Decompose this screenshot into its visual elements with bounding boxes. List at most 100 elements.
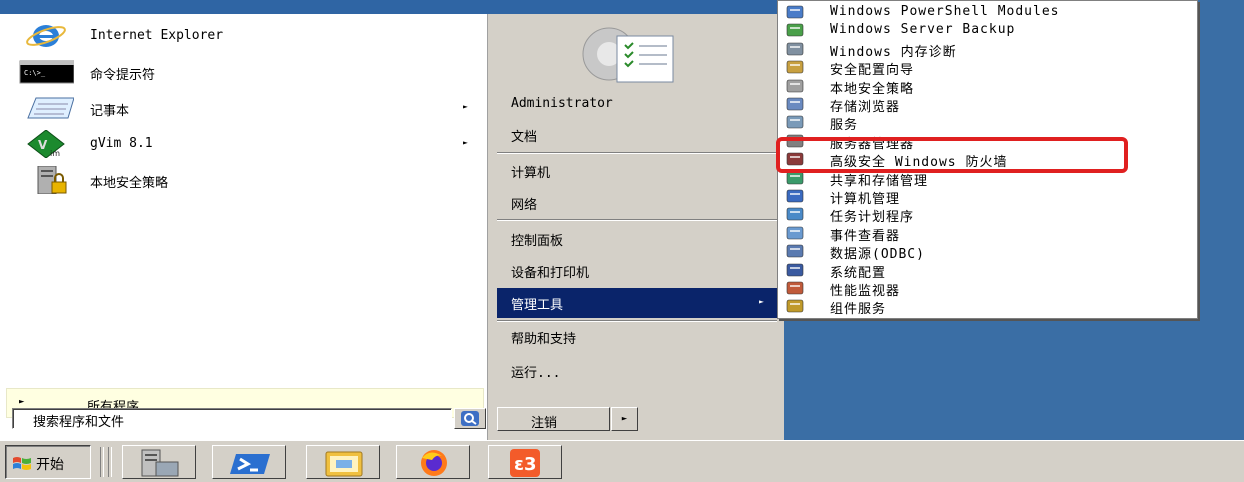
powershell-modules-icon (786, 4, 804, 20)
start-menu: Internet Explorer C:\>_ 命令提示符 记事本 ► V im… (0, 0, 784, 440)
right-item-admin-tools[interactable]: 管理工具 ► (497, 288, 777, 318)
server-backup-icon (786, 22, 804, 38)
triangle-right-icon: ► (19, 397, 25, 407)
windows-flag-icon (12, 455, 32, 471)
pinned-item-internet-explorer[interactable]: Internet Explorer (0, 18, 488, 54)
search-button[interactable] (454, 408, 486, 429)
pinned-item-label: Internet Explorer (90, 28, 224, 43)
taskbar-file-explorer-button[interactable] (306, 445, 380, 479)
submenu-item-label: 系统配置 (830, 265, 887, 281)
submenu-item[interactable]: 本地安全策略 (782, 77, 1192, 97)
submenu-arrow-icon: ► (463, 138, 468, 147)
submenu-item[interactable]: 组件服务 (782, 297, 1192, 318)
submenu-item-label: 性能监视器 (830, 284, 901, 299)
pinned-item-label: gVim 8.1 (90, 136, 153, 151)
performance-monitor-icon (786, 280, 804, 296)
right-item-help-support[interactable]: 帮助和支持 (497, 322, 777, 350)
submenu-item-label: Windows PowerShell Modules (830, 4, 1060, 19)
svg-text:im: im (50, 149, 60, 158)
submenu-item[interactable]: 任务计划程序 (782, 205, 1192, 226)
submenu-item-label: 组件服务 (830, 302, 887, 318)
notepad-icon (18, 94, 75, 122)
right-item-devices-printers[interactable]: 设备和打印机 (497, 256, 777, 284)
start-menu-right-pane: Administrator 文档 计算机 网络 控制面板 设备和打印机 管理工具… (489, 14, 784, 440)
submenu-item-label: Windows 内存诊断 (830, 44, 957, 60)
right-item-label: 设备和打印机 (511, 266, 590, 281)
taskbar-server-manager-button[interactable] (122, 445, 196, 479)
right-item-label: 网络 (511, 198, 538, 213)
red-highlight-annotation (776, 137, 1128, 173)
right-item-label: 文档 (511, 130, 538, 145)
submenu-item[interactable]: Windows PowerShell Modules (782, 3, 1192, 21)
shutdown-options-arrow-icon[interactable]: ► (611, 407, 638, 431)
system-config-icon (786, 262, 804, 278)
odbc-icon (786, 243, 804, 259)
pinned-item-gvim[interactable]: V im gVim 8.1 ► (0, 126, 488, 162)
pinned-item-local-security-policy[interactable]: 本地安全策略 (0, 162, 488, 198)
start-menu-top-strip (0, 0, 784, 14)
right-item-computer[interactable]: 计算机 (497, 156, 777, 184)
right-item-documents[interactable]: 文档 (497, 120, 777, 148)
local-security-policy-icon (18, 165, 74, 195)
submenu-item[interactable]: 系统配置 (782, 261, 1192, 281)
submenu-item-label: 存储浏览器 (830, 100, 901, 115)
submenu-item-label: 计算机管理 (830, 192, 901, 207)
submenu-arrow-icon: ► (463, 102, 468, 111)
user-picture[interactable] (569, 22, 685, 90)
right-item-label: 运行... (511, 366, 561, 381)
submenu-item-label: 本地安全策略 (830, 81, 915, 97)
logoff-button[interactable]: 注销 (497, 407, 610, 431)
pinned-item-label: 本地安全策略 (90, 176, 169, 191)
right-item-label: 管理工具 (511, 298, 564, 313)
search-placeholder: 搜索程序和文件 (33, 415, 125, 430)
right-item-label: 计算机 (511, 166, 551, 181)
separator (497, 219, 777, 221)
submenu-item[interactable]: 计算机管理 (782, 187, 1192, 207)
gvim-icon: V im (18, 129, 74, 159)
submenu-item-label: 事件查看器 (830, 228, 901, 244)
right-item-label: 帮助和支持 (511, 332, 577, 347)
search-row: 搜索程序和文件 (6, 408, 486, 430)
taskbar-xampp-button[interactable]: ε3 (488, 445, 562, 479)
pinned-item-notepad[interactable]: 记事本 ► (0, 90, 488, 126)
start-button[interactable]: 开始 (5, 445, 91, 479)
right-item-label: 控制面板 (511, 234, 564, 249)
search-input[interactable]: 搜索程序和文件 (12, 408, 452, 430)
taskbar-grip (100, 447, 104, 477)
svg-text:C:\>_: C:\>_ (24, 69, 46, 77)
submenu-item[interactable]: 服务 (782, 113, 1192, 134)
logoff-label: 注销 (531, 416, 558, 431)
pinned-item-label: 记事本 (90, 104, 130, 119)
right-item-network[interactable]: 网络 (497, 188, 777, 216)
component-services-icon (786, 298, 804, 314)
right-item-administrator[interactable]: Administrator (497, 90, 777, 118)
submenu-item[interactable]: Windows Server Backup (782, 21, 1192, 39)
xampp-icon: ε3 (510, 449, 540, 477)
security-wizard-icon (786, 59, 804, 75)
submenu-item[interactable]: 性能监视器 (782, 279, 1192, 299)
pinned-item-command-prompt[interactable]: C:\>_ 命令提示符 (0, 54, 488, 90)
submenu-item[interactable]: Windows 内存诊断 (782, 40, 1192, 60)
taskbar: 开始 ε3 (0, 440, 1244, 482)
submenu-item[interactable]: 安全配置向导 (782, 58, 1192, 78)
taskbar-firefox-button[interactable] (396, 445, 470, 479)
submenu-item-label: 数据源(ODBC) (830, 247, 925, 263)
right-item-run[interactable]: 运行... (497, 356, 777, 384)
submenu-item-label: 任务计划程序 (830, 210, 915, 226)
taskbar-powershell-button[interactable] (212, 445, 286, 479)
submenu-item[interactable]: 存储浏览器 (782, 95, 1192, 115)
submenu-item[interactable]: 数据源(ODBC) (782, 242, 1192, 263)
powershell-icon (230, 454, 270, 474)
local-security-policy-icon (786, 78, 804, 94)
right-item-control-panel[interactable]: 控制面板 (497, 224, 777, 252)
start-label: 开始 (36, 457, 64, 473)
internet-explorer-icon (18, 22, 74, 50)
svg-text:V: V (38, 138, 48, 152)
memory-diagnostic-icon (786, 41, 804, 57)
submenu-item[interactable]: 事件查看器 (782, 224, 1192, 244)
computer-management-icon (786, 188, 804, 204)
submenu-item-label: 服务 (830, 118, 859, 134)
svg-text:ε3: ε3 (514, 454, 537, 475)
services-icon (786, 114, 804, 130)
server-manager-icon (141, 449, 179, 477)
